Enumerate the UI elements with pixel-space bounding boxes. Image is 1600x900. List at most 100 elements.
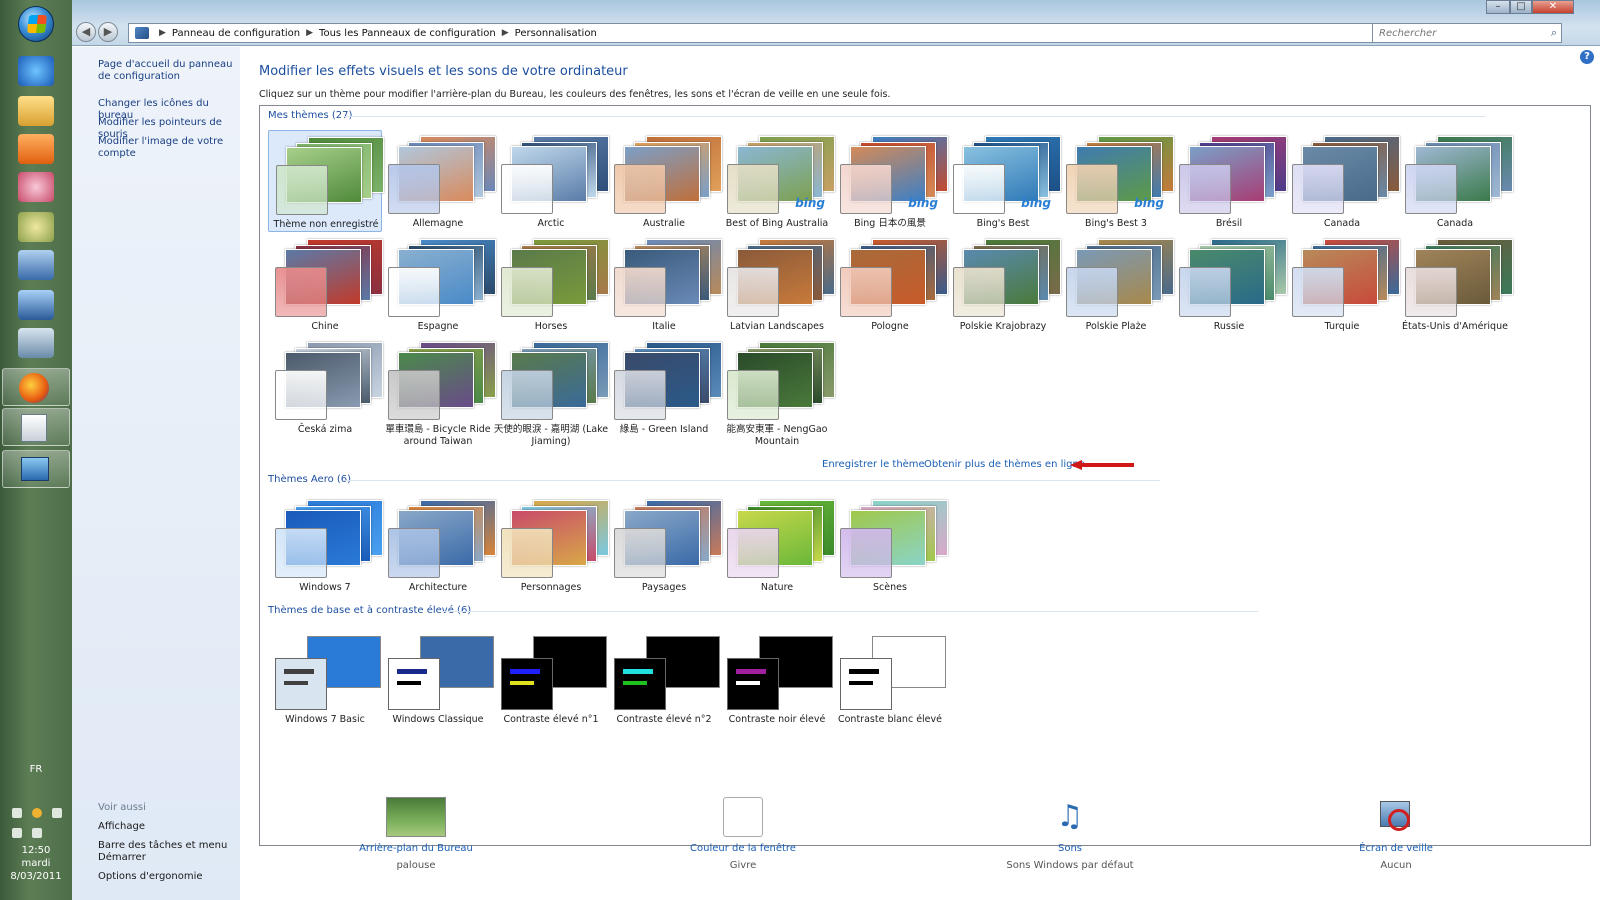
link-display[interactable]: Affichage bbox=[98, 821, 238, 833]
color-swatch bbox=[501, 164, 553, 214]
language-indicator[interactable]: FR bbox=[0, 764, 72, 775]
theme-item[interactable]: Allemagne bbox=[381, 130, 496, 232]
theme-item[interactable]: États-Unis d'Amérique bbox=[1398, 233, 1513, 335]
theme-item[interactable]: Contraste élevé n°2 bbox=[607, 626, 721, 728]
theme-item[interactable]: Pologne bbox=[833, 233, 948, 335]
theme-item[interactable]: 能高安東軍 - NengGao Mountain bbox=[720, 336, 835, 447]
theme-item[interactable]: Turquie bbox=[1285, 233, 1400, 335]
search-icon[interactable]: ⌕ bbox=[1551, 26, 1557, 40]
breadcrumb-all-panels[interactable]: Tous les Panneaux de configuration bbox=[319, 28, 496, 39]
breadcrumb-control-panel[interactable]: Panneau de configuration bbox=[172, 28, 300, 39]
theme-label: Polskie Krajobrazy bbox=[959, 321, 1047, 332]
theme-item[interactable]: Contraste noir élevé bbox=[720, 626, 834, 728]
theme-item[interactable]: bing Best of Bing Australia bbox=[720, 130, 835, 232]
save-theme-link[interactable]: Enregistrer le thème bbox=[822, 459, 925, 470]
clock[interactable]: 12:50 mardi 8/03/2011 bbox=[0, 844, 72, 883]
close-button[interactable]: ✕ bbox=[1532, 0, 1574, 14]
address-bar[interactable]: ▶ Panneau de configuration ▶ Tous les Pa… bbox=[128, 23, 1436, 43]
theme-item[interactable]: Architecture bbox=[381, 494, 496, 596]
color-swatch bbox=[501, 370, 553, 420]
internet-explorer-icon[interactable] bbox=[18, 56, 54, 86]
network-tray-icon[interactable] bbox=[12, 828, 22, 838]
theme-item[interactable]: bing Bing's Best 3 bbox=[1059, 130, 1174, 232]
theme-item[interactable]: Australie bbox=[607, 130, 722, 232]
flag-icon[interactable] bbox=[12, 808, 22, 818]
link-ease-of-access[interactable]: Options d'ergonomie bbox=[98, 871, 238, 883]
group-my-themes-header[interactable]: Mes thèmes (27) bbox=[268, 110, 352, 121]
window-color-button[interactable]: Couleur de la fenêtre Givre bbox=[643, 797, 843, 871]
group-basic-themes-header[interactable]: Thèmes de base et à contraste élevé (6) bbox=[268, 605, 471, 616]
device-icon[interactable] bbox=[52, 808, 62, 818]
link-change-account-picture[interactable]: Modifier l'image de votre compte bbox=[98, 136, 238, 160]
network-icon[interactable] bbox=[18, 328, 54, 358]
taskbar-firefox-button[interactable] bbox=[2, 368, 70, 406]
back-button[interactable]: ◀ bbox=[76, 22, 96, 42]
color-swatch bbox=[388, 370, 440, 420]
theme-item[interactable]: Nature bbox=[720, 494, 835, 596]
theme-item[interactable]: bing Bing's Best bbox=[946, 130, 1061, 232]
theme-item[interactable]: Windows 7 Basic bbox=[268, 626, 382, 728]
theme-label: Russie bbox=[1213, 321, 1245, 332]
window-preview bbox=[275, 658, 327, 710]
color-swatch bbox=[727, 267, 779, 317]
start-button[interactable] bbox=[18, 6, 54, 42]
paint-icon[interactable] bbox=[18, 172, 54, 202]
windows-icon[interactable] bbox=[18, 290, 54, 320]
theme-preview: bing bbox=[953, 136, 1061, 216]
theme-item[interactable]: 單車環島 - Bicycle Ride around Taiwan bbox=[381, 336, 496, 447]
theme-item[interactable]: 綠島 - Green Island bbox=[607, 336, 722, 438]
media-player-icon[interactable] bbox=[18, 134, 54, 164]
theme-item[interactable]: Contraste élevé n°1 bbox=[494, 626, 608, 728]
clock-time: 12:50 bbox=[21, 845, 51, 856]
maximize-button[interactable]: □ bbox=[1510, 0, 1532, 14]
theme-item[interactable]: Espagne bbox=[381, 233, 496, 335]
screensaver-button[interactable]: Écran de veille Aucun bbox=[1296, 797, 1496, 871]
theme-item[interactable]: Arctic bbox=[494, 130, 609, 232]
theme-item[interactable]: Italie bbox=[607, 233, 722, 335]
group-aero-themes-header[interactable]: Thèmes Aero (6) bbox=[268, 474, 351, 485]
help-icon[interactable]: ? bbox=[1580, 50, 1594, 64]
theme-preview bbox=[727, 239, 835, 319]
theme-item[interactable]: Paysages bbox=[607, 494, 722, 596]
taskbar-documents-button[interactable] bbox=[2, 408, 70, 446]
search-box[interactable]: ⌕ bbox=[1372, 23, 1562, 43]
theme-item[interactable]: Polskie Plaże bbox=[1059, 233, 1174, 335]
theme-item[interactable]: Canada bbox=[1398, 130, 1513, 232]
theme-item[interactable]: Thème non enregistré bbox=[268, 130, 384, 232]
explorer-folder-icon[interactable] bbox=[18, 96, 54, 126]
update-icon[interactable] bbox=[32, 808, 42, 818]
search-input[interactable] bbox=[1373, 24, 1533, 42]
theme-item[interactable]: 天使的眼淚 - 嘉明湖 (Lake Jiaming) bbox=[494, 336, 609, 447]
desktop-background-button[interactable]: Arrière-plan du Bureau palouse bbox=[316, 797, 516, 871]
link-taskbar-start-menu[interactable]: Barre des tâches et menu Démarrer bbox=[98, 840, 238, 864]
link-control-panel-home[interactable]: Page d'accueil du panneau de configurati… bbox=[98, 59, 238, 83]
theme-item[interactable]: Česká zima bbox=[268, 336, 383, 438]
minimize-button[interactable]: – bbox=[1486, 0, 1510, 14]
theme-item[interactable]: Chine bbox=[268, 233, 383, 335]
theme-item[interactable]: Contraste blanc élevé bbox=[833, 626, 947, 728]
theme-item[interactable]: Latvian Landscapes bbox=[720, 233, 835, 335]
palette-icon[interactable] bbox=[18, 212, 54, 242]
theme-item[interactable]: Scènes bbox=[833, 494, 948, 596]
left-navigation-pane: Page d'accueil du panneau de configurati… bbox=[72, 47, 240, 900]
theme-item[interactable]: Canada bbox=[1285, 130, 1400, 232]
theme-item[interactable]: Brésil bbox=[1172, 130, 1287, 232]
theme-item[interactable]: Polskie Krajobrazy bbox=[946, 233, 1061, 335]
breadcrumb-personalization[interactable]: Personnalisation bbox=[515, 28, 597, 39]
theme-item[interactable]: Personnages bbox=[494, 494, 609, 596]
theme-item[interactable]: Russie bbox=[1172, 233, 1287, 335]
forward-button[interactable]: ▶ bbox=[98, 22, 118, 42]
theme-item[interactable]: bing Bing 日本の風景 bbox=[833, 130, 948, 232]
get-more-themes-link[interactable]: Obtenir plus de thèmes en ligne bbox=[924, 459, 1085, 470]
sounds-button[interactable]: ♫ Sons Sons Windows par défaut bbox=[970, 797, 1170, 871]
theme-label: Arctic bbox=[537, 218, 565, 229]
theme-item[interactable]: Horses bbox=[494, 233, 609, 335]
theme-item[interactable]: Windows 7 bbox=[268, 494, 383, 596]
page-description: Cliquez sur un thème pour modifier l'arr… bbox=[259, 89, 891, 100]
volume-icon[interactable] bbox=[32, 828, 42, 838]
theme-label: 天使的眼淚 - 嘉明湖 (Lake Jiaming) bbox=[493, 424, 609, 447]
theme-item[interactable]: Windows Classique bbox=[381, 626, 495, 728]
color-swatch bbox=[388, 528, 440, 578]
taskbar-control-panel-button[interactable] bbox=[2, 450, 70, 488]
remote-desktop-icon[interactable] bbox=[18, 250, 54, 280]
